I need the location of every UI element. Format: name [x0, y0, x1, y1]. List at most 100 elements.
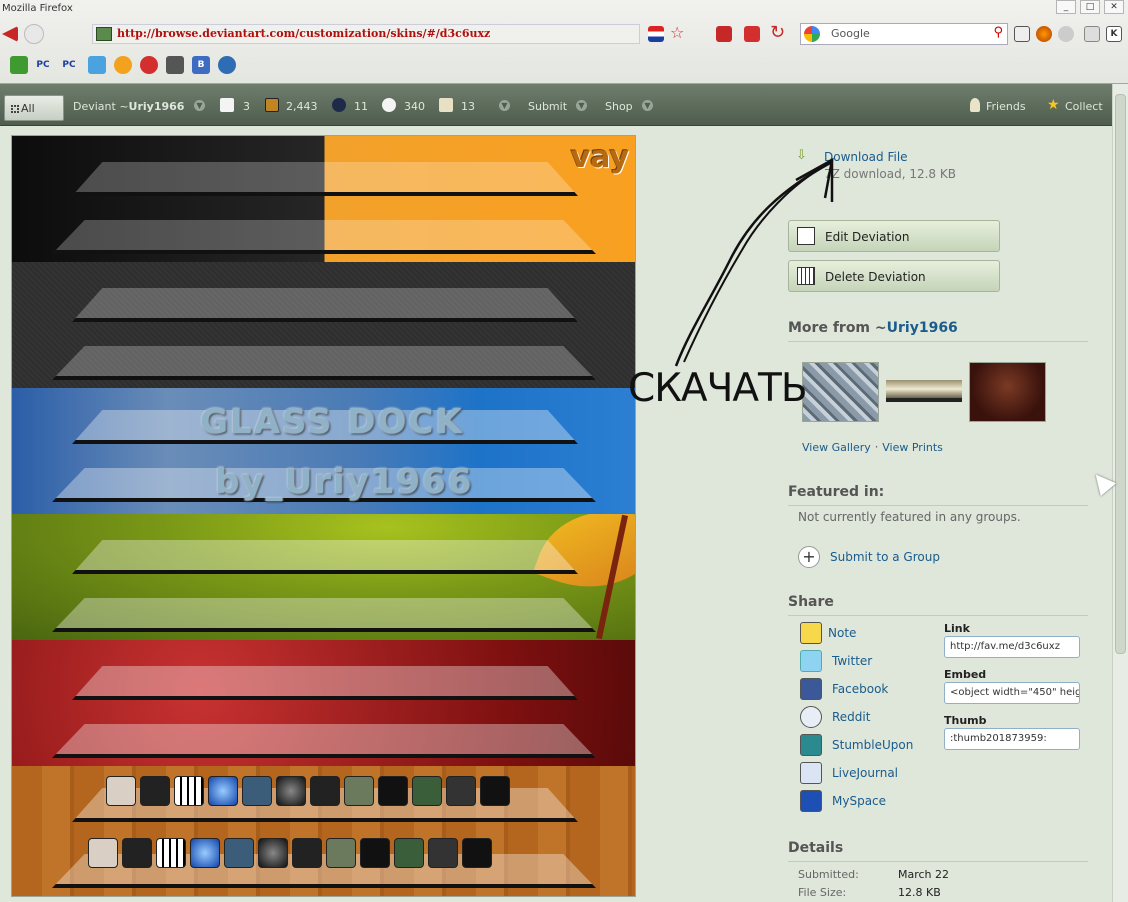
chalkboard-icon	[394, 838, 424, 868]
share-facebook-label: Facebook	[832, 682, 889, 696]
forward-icon[interactable]	[24, 24, 44, 44]
sitemap-icon[interactable]	[1014, 26, 1030, 42]
submit-to-group[interactable]: + Submit to a Group	[788, 546, 988, 570]
all-button[interactable]: All	[4, 95, 64, 121]
back-icon[interactable]	[2, 26, 18, 42]
thumbnail-3[interactable]	[969, 362, 1046, 422]
minimize-button[interactable]: _	[1056, 0, 1076, 14]
bookmark-bug-icon[interactable]	[140, 56, 158, 74]
home-icon	[310, 776, 340, 806]
notices-icon[interactable]	[439, 98, 453, 112]
watch-icon[interactable]	[332, 98, 346, 112]
glass-shelf	[72, 288, 578, 322]
close-button[interactable]: ✕	[1104, 0, 1124, 14]
url-text: http://browse.deviantart.com/customizati…	[117, 27, 491, 40]
chevron-down-icon[interactable]: ▼	[499, 100, 510, 111]
info-icon	[378, 776, 408, 806]
bookmark-green-icon[interactable]	[10, 56, 28, 74]
bookmark-b[interactable]: B	[192, 56, 210, 74]
dock-icons-row-1	[106, 776, 510, 806]
download-icon[interactable]	[744, 26, 760, 42]
scrollbar-thumb[interactable]	[1115, 94, 1126, 654]
thumb-field[interactable]: :thumb201873959:	[944, 728, 1080, 750]
featured-heading: Featured in:	[788, 484, 1088, 506]
reddit-icon	[800, 706, 822, 728]
settings-icon[interactable]	[1058, 26, 1074, 42]
friends-icon[interactable]	[970, 98, 980, 112]
bookmark-cube-icon[interactable]	[166, 56, 184, 74]
chevron-down-icon[interactable]: ▼	[576, 100, 587, 111]
firefox-icon[interactable]	[1036, 26, 1052, 42]
globe-icon	[190, 838, 220, 868]
chevron-down-icon[interactable]: ▼	[194, 100, 205, 111]
mail-icon	[106, 776, 136, 806]
bookmark-mail-icon[interactable]	[218, 56, 236, 74]
globe-icon	[208, 776, 238, 806]
gallery-links: View Gallery · View Prints	[802, 440, 943, 454]
clock-icon	[462, 838, 492, 868]
livejournal-icon	[800, 762, 822, 784]
download-file-link[interactable]: Download File	[824, 150, 908, 164]
thumbnail-1[interactable]	[802, 362, 879, 422]
addon-icon[interactable]	[1084, 26, 1100, 42]
star-icon[interactable]: ☆	[670, 25, 686, 42]
submit-to-group-label[interactable]: Submit to a Group	[830, 550, 940, 564]
vay-text: vay	[570, 140, 629, 175]
author-title: by_Uriy1966	[215, 462, 474, 502]
collect-link[interactable]: Collect	[1065, 100, 1103, 113]
maximize-button[interactable]: □	[1080, 0, 1100, 14]
k-icon[interactable]: K	[1106, 26, 1122, 42]
delete-deviation-label: Delete Deviation	[825, 270, 926, 284]
address-bar[interactable]: http://browse.deviantart.com/customizati…	[92, 24, 640, 44]
search-icon[interactable]: ⚲	[993, 25, 1003, 40]
link-field[interactable]: http://fav.me/d3c6uxz	[944, 636, 1080, 658]
submitted-label: Submitted:	[798, 868, 859, 881]
view-gallery-link[interactable]: View Gallery	[802, 441, 871, 454]
bookmark-weather-icon[interactable]	[88, 56, 106, 74]
deviations-icon[interactable]	[220, 98, 234, 112]
clapper-icon	[140, 776, 170, 806]
band-black-orange: vay	[12, 136, 635, 262]
mail-icon	[88, 838, 118, 868]
search-input[interactable]: Google ⚲	[800, 23, 1008, 45]
flag-icon[interactable]	[648, 26, 664, 42]
glass-shelf	[52, 598, 596, 632]
comments-icon[interactable]	[382, 98, 396, 112]
stumbleupon-icon	[800, 734, 822, 756]
navigation-toolbar: http://browse.deviantart.com/customizati…	[0, 20, 1128, 48]
share-heading: Share	[788, 594, 1088, 616]
share-reddit-label: Reddit	[832, 710, 871, 724]
username: Uriy1966	[128, 100, 185, 113]
band-dark-gray	[12, 262, 635, 388]
submit-menu[interactable]: Submit	[528, 100, 567, 113]
note-icon	[800, 622, 822, 644]
share-livejournal-label: LiveJournal	[832, 766, 899, 780]
more-from-username[interactable]: Uriy1966	[887, 320, 958, 336]
browser-chrome: Mozilla Firefox _ □ ✕ http://browse.devi…	[0, 0, 1128, 84]
favourites-icon[interactable]	[265, 98, 279, 112]
more-from-thumbnails	[802, 362, 1062, 424]
thumbnail-2[interactable]	[886, 380, 962, 402]
edit-deviation-button[interactable]: Edit Deviation	[788, 220, 1000, 252]
friends-link[interactable]: Friends	[986, 100, 1026, 113]
radio-icon	[428, 838, 458, 868]
page-scrollbar[interactable]	[1112, 84, 1128, 902]
dock-icons-row-2	[88, 838, 492, 868]
deviation-image: vay GLASS DOCK by_Uriy1966	[11, 135, 636, 897]
bookmark-pc-1[interactable]: PC	[34, 56, 52, 74]
view-prints-link[interactable]: View Prints	[882, 441, 943, 454]
window-icon[interactable]	[716, 26, 732, 42]
radio-icon	[446, 776, 476, 806]
deviant-menu[interactable]: Deviant ~Uriy1966	[73, 100, 184, 113]
piano-icon	[174, 776, 204, 806]
reload-icon[interactable]: ↻	[770, 24, 786, 42]
delete-deviation-button[interactable]: Delete Deviation	[788, 260, 1000, 292]
share-myspace-label: MySpace	[832, 794, 887, 808]
embed-field[interactable]: <object width="450" heig	[944, 682, 1080, 704]
bookmark-pc-2[interactable]: PC	[60, 56, 78, 74]
chevron-down-icon[interactable]: ▼	[642, 100, 653, 111]
annotation-text: СКАЧАТЬ	[628, 366, 808, 411]
bookmark-orange-icon[interactable]	[114, 56, 132, 74]
shop-menu[interactable]: Shop	[605, 100, 633, 113]
star-icon[interactable]: ★	[1047, 98, 1061, 112]
